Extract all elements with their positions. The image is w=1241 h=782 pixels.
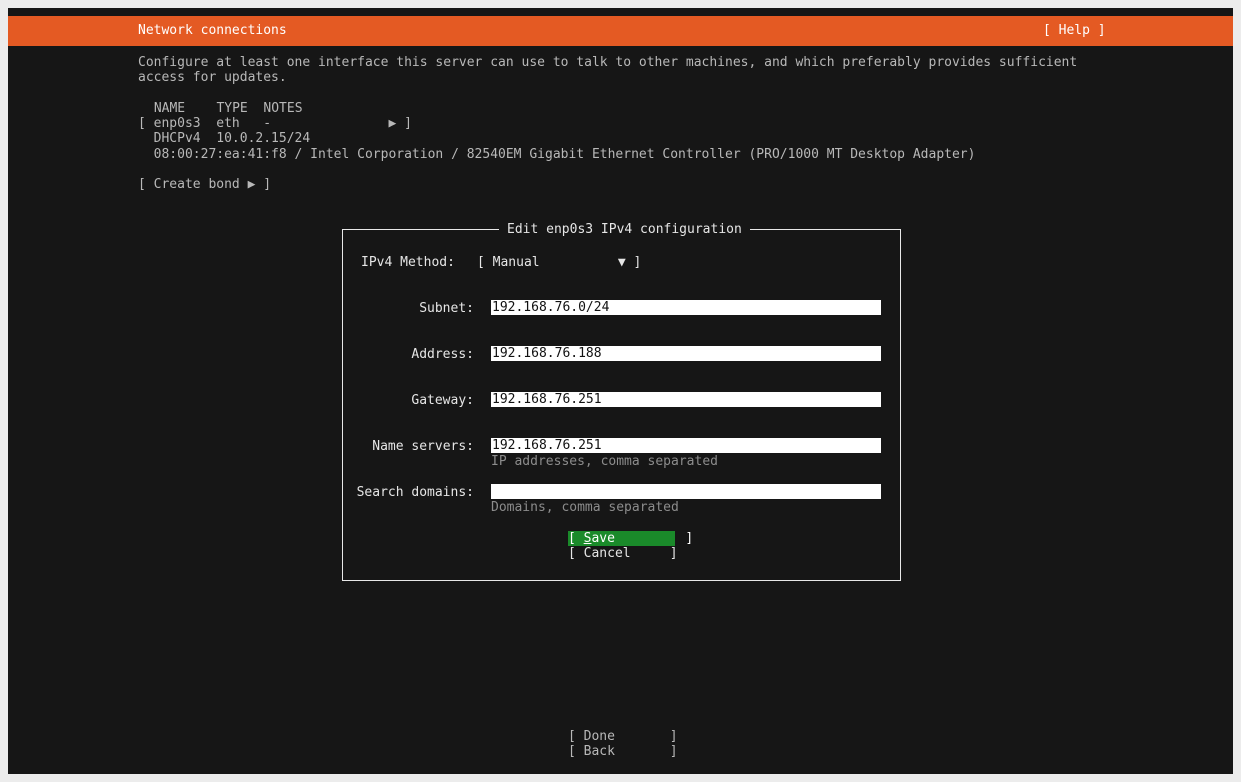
- done-button[interactable]: [ Done ]: [568, 729, 678, 744]
- dialog-title: Edit enp0s3 IPv4 configuration: [499, 222, 750, 237]
- interface-hardware-detail: 08:00:27:ea:41:f8 / Intel Corporation / …: [138, 147, 976, 162]
- ipv4-config-dialog: Edit enp0s3 IPv4 configuration IPv4 Meth…: [342, 222, 901, 581]
- header-bar: Network connections [ Help ]: [8, 16, 1233, 46]
- gateway-input[interactable]: 192.168.76.251: [491, 392, 881, 407]
- name-servers-label: Name servers:: [372, 439, 474, 454]
- ipv4-method-label: IPv4 Method:: [361, 255, 455, 270]
- search-domains-label: Search domains:: [356, 485, 474, 500]
- subnet-label: Subnet:: [419, 301, 474, 316]
- interface-table-header: NAME TYPE NOTES: [146, 101, 303, 116]
- save-button-rest: ave ]: [591, 531, 694, 546]
- gateway-label: Gateway:: [411, 393, 474, 408]
- name-servers-hint: IP addresses, comma separated: [491, 454, 718, 469]
- search-domains-input[interactable]: [491, 484, 881, 499]
- intro-text-line-1: Configure at least one interface this se…: [138, 55, 1078, 70]
- interface-row-enp0s3[interactable]: [ enp0s3 eth - ▶ ]: [138, 116, 412, 131]
- subnet-input[interactable]: 192.168.76.0/24: [491, 300, 881, 315]
- save-button[interactable]: [ Save ]: [568, 531, 693, 546]
- cancel-button[interactable]: [ Cancel ]: [568, 546, 678, 561]
- name-servers-input[interactable]: 192.168.76.251: [491, 438, 881, 453]
- help-button[interactable]: [ Help ]: [1043, 23, 1106, 38]
- installer-screen: Network connections [ Help ] Configure a…: [8, 8, 1233, 774]
- interface-dhcp-detail: DHCPv4 10.0.2.15/24: [138, 131, 311, 146]
- ipv4-method-select[interactable]: [ Manual ▼ ]: [477, 255, 641, 270]
- save-button-open: [: [568, 531, 584, 546]
- create-bond-button[interactable]: [ Create bond ▶ ]: [138, 177, 271, 192]
- address-input[interactable]: 192.168.76.188: [491, 346, 881, 361]
- search-domains-hint: Domains, comma separated: [491, 500, 679, 515]
- intro-text-line-2: access for updates.: [138, 70, 287, 85]
- back-button[interactable]: [ Back ]: [568, 744, 678, 759]
- page-title: Network connections: [138, 23, 287, 38]
- address-label: Address:: [411, 347, 474, 362]
